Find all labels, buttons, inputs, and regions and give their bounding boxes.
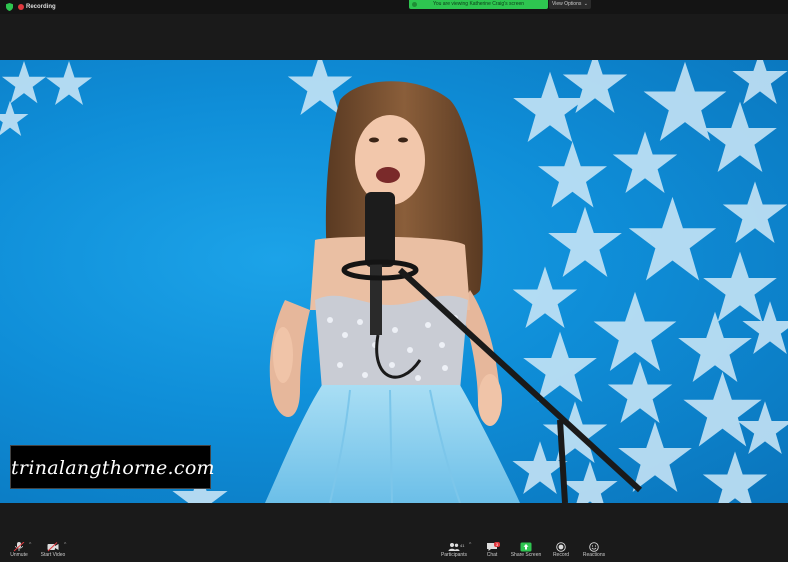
watermark-text: trinalangthorne.com — [11, 457, 215, 479]
view-options-label: View Options — [552, 1, 582, 7]
participants-count: 41 — [460, 543, 465, 548]
share-banner-text: You are viewing Katherine Craig's screen — [432, 1, 525, 7]
unmute-label: Unmute — [10, 552, 28, 558]
shield-icon[interactable] — [6, 3, 13, 11]
meeting-top-bar: Recording You are viewing Katherine Crai… — [0, 0, 788, 14]
participants-label: Participants — [440, 552, 468, 558]
video-camera-off-icon — [47, 542, 59, 552]
recording-dot-icon — [18, 4, 24, 10]
view-options-button[interactable]: View Options ⌄ — [549, 0, 591, 9]
video-scene — [0, 60, 788, 503]
chevron-down-icon[interactable]: ^ — [64, 542, 66, 548]
singer — [265, 81, 520, 503]
reactions-button[interactable]: Reactions — [580, 542, 608, 562]
reactions-label: Reactions — [582, 552, 606, 558]
share-screen-label: Share Screen — [510, 552, 542, 558]
participants-button[interactable]: Participants — [438, 542, 470, 562]
chevron-down-icon[interactable]: ^ — [29, 542, 31, 548]
reactions-icon — [589, 542, 599, 552]
record-icon — [556, 542, 566, 552]
chevron-down-icon: ⌄ — [583, 1, 588, 7]
start-video-label: Start Video — [40, 552, 66, 558]
shared-screen-video[interactable]: trinalangthorne.com — [0, 60, 788, 503]
meeting-toolbar: Unmute ^ Start Video ^ Participants 41 ^… — [0, 540, 788, 562]
recording-label[interactable]: Recording — [26, 2, 56, 12]
screen-share-banner: You are viewing Katherine Craig's screen — [409, 0, 548, 9]
chevron-down-icon[interactable]: ^ — [469, 542, 471, 548]
chat-badge: 3 — [494, 542, 500, 547]
participants-icon — [448, 543, 460, 551]
record-button[interactable]: Record — [550, 542, 572, 562]
chat-label: Chat — [486, 552, 498, 558]
chat-button[interactable]: Chat 3 — [482, 542, 502, 562]
website-watermark: trinalangthorne.com — [10, 445, 215, 489]
share-screen-icon — [520, 542, 532, 552]
record-label: Record — [552, 552, 570, 558]
share-screen-button[interactable]: Share Screen — [508, 542, 544, 562]
microphone-muted-icon — [13, 542, 25, 552]
